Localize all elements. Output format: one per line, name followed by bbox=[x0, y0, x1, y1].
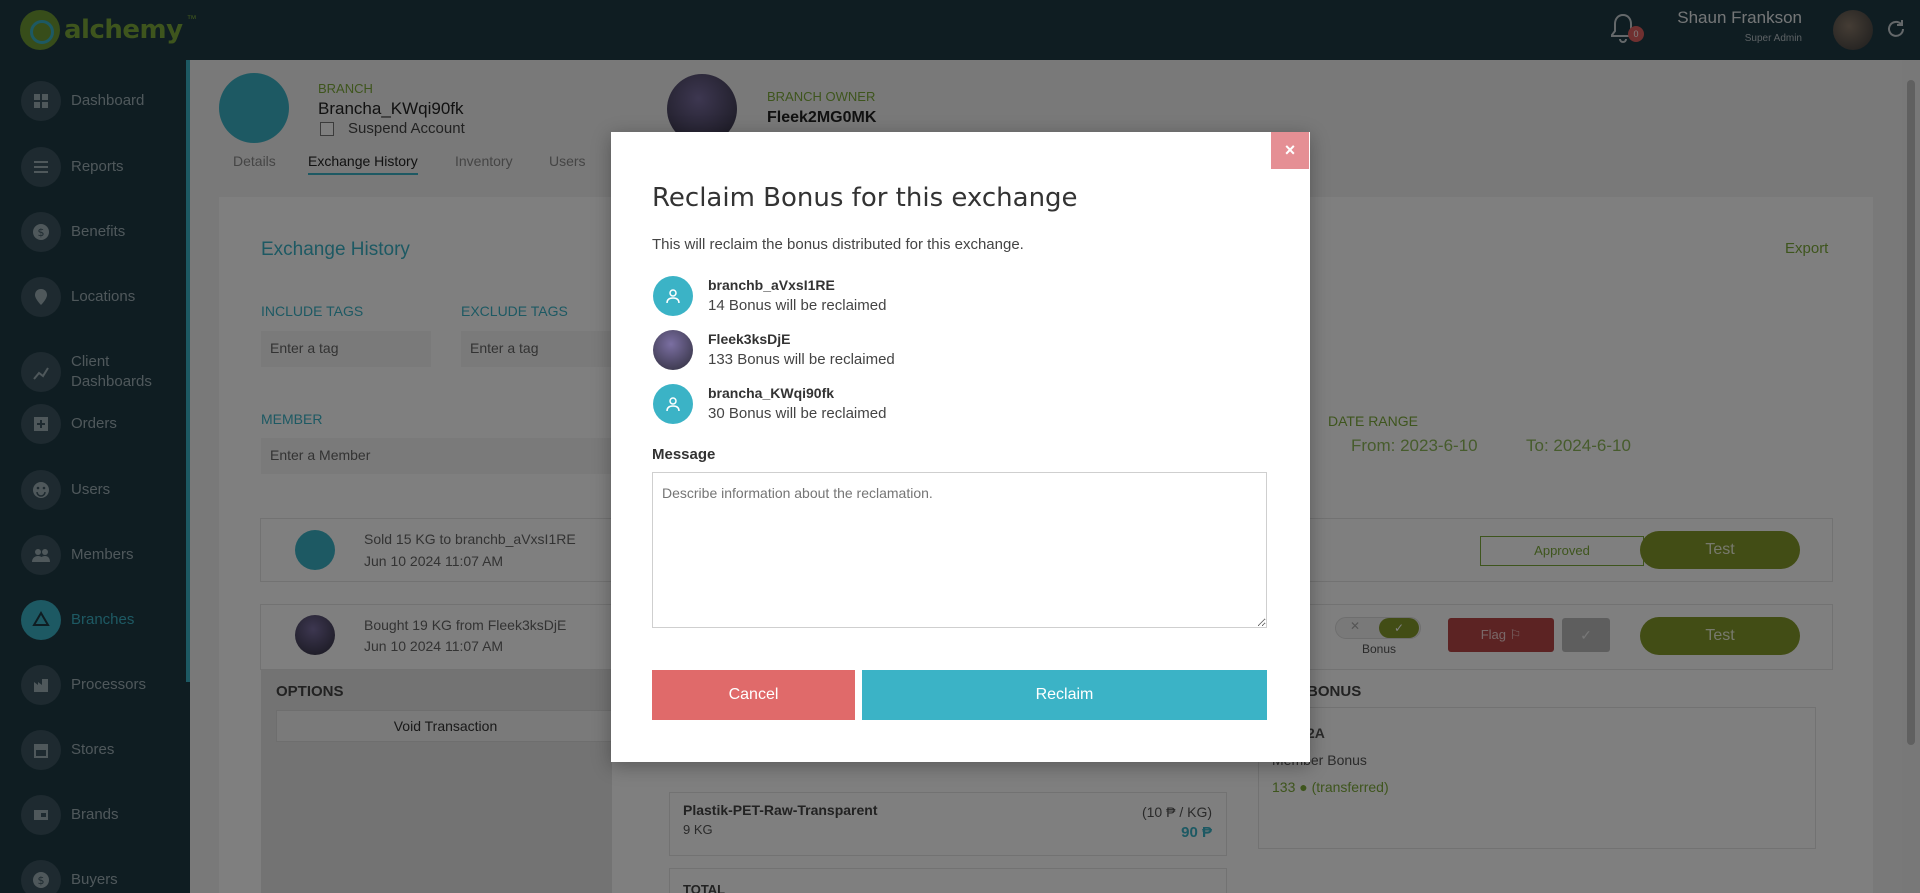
recipient-avatar bbox=[653, 276, 693, 316]
recipient-name: brancha_KWqi90fk bbox=[708, 385, 835, 401]
recipient-amount: 14 Bonus will be reclaimed bbox=[708, 297, 887, 314]
message-label: Message bbox=[652, 446, 716, 463]
recipient-amount: 30 Bonus will be reclaimed bbox=[708, 405, 887, 422]
recipient-name: Fleek3ksDjE bbox=[708, 331, 791, 347]
cancel-button[interactable]: Cancel bbox=[652, 670, 855, 720]
recipient-amount: 133 Bonus will be reclaimed bbox=[708, 351, 895, 368]
modal-description: This will reclaim the bonus distributed … bbox=[652, 236, 1024, 253]
modal-title: Reclaim Bonus for this exchange bbox=[652, 183, 1078, 213]
recipient-name: branchb_aVxsI1RE bbox=[708, 277, 835, 293]
recipient-avatar bbox=[653, 384, 693, 424]
message-textarea[interactable] bbox=[652, 472, 1267, 628]
reclaim-button[interactable]: Reclaim bbox=[862, 670, 1267, 720]
user-icon bbox=[666, 397, 680, 412]
reclaim-bonus-modal bbox=[611, 132, 1310, 762]
close-icon[interactable]: × bbox=[1271, 132, 1309, 169]
recipient-avatar bbox=[653, 330, 693, 370]
user-icon bbox=[666, 289, 680, 304]
